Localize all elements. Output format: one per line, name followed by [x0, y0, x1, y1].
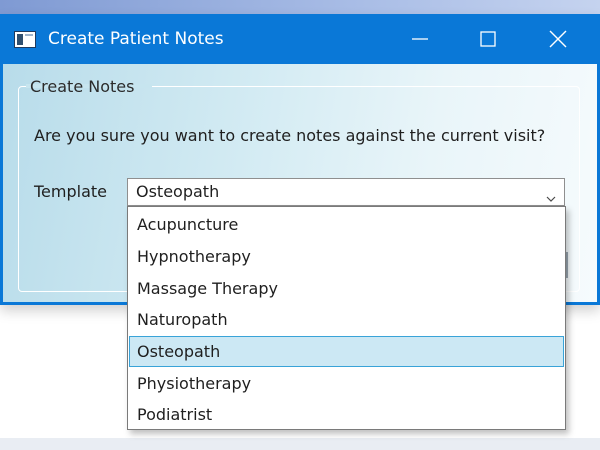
title-bar[interactable]: Create Patient Notes — [0, 14, 600, 64]
desktop-bottom-band — [0, 438, 600, 450]
confirmation-question: Are you sure you want to create notes ag… — [34, 126, 546, 145]
template-option-podiatrist[interactable]: Podiatrist — [129, 399, 564, 430]
maximize-icon — [480, 31, 496, 47]
obscured-button-edge — [566, 252, 568, 278]
window-title: Create Patient Notes — [48, 29, 224, 49]
close-button[interactable] — [524, 14, 592, 64]
minimize-icon — [412, 31, 428, 47]
desktop-background — [0, 0, 600, 14]
template-combobox[interactable]: Osteopath — [127, 178, 565, 206]
app-window-icon — [14, 31, 36, 48]
close-icon — [549, 30, 567, 48]
minimize-button[interactable] — [386, 14, 454, 64]
maximize-button[interactable] — [454, 14, 522, 64]
template-label: Template — [34, 182, 108, 201]
template-option-physiotherapy[interactable]: Physiotherapy — [129, 368, 564, 399]
groupbox-title: Create Notes — [30, 77, 135, 96]
template-dropdown-list: Acupuncture Hypnotherapy Massage Therapy… — [127, 206, 566, 430]
template-selected-value: Osteopath — [136, 182, 220, 201]
chevron-down-icon[interactable] — [546, 188, 556, 202]
template-option-naturopath[interactable]: Naturopath — [129, 304, 564, 335]
template-option-massage-therapy[interactable]: Massage Therapy — [129, 273, 564, 304]
template-option-osteopath[interactable]: Osteopath — [129, 336, 564, 367]
template-option-hypnotherapy[interactable]: Hypnotherapy — [129, 241, 564, 272]
template-option-acupuncture[interactable]: Acupuncture — [129, 209, 564, 240]
